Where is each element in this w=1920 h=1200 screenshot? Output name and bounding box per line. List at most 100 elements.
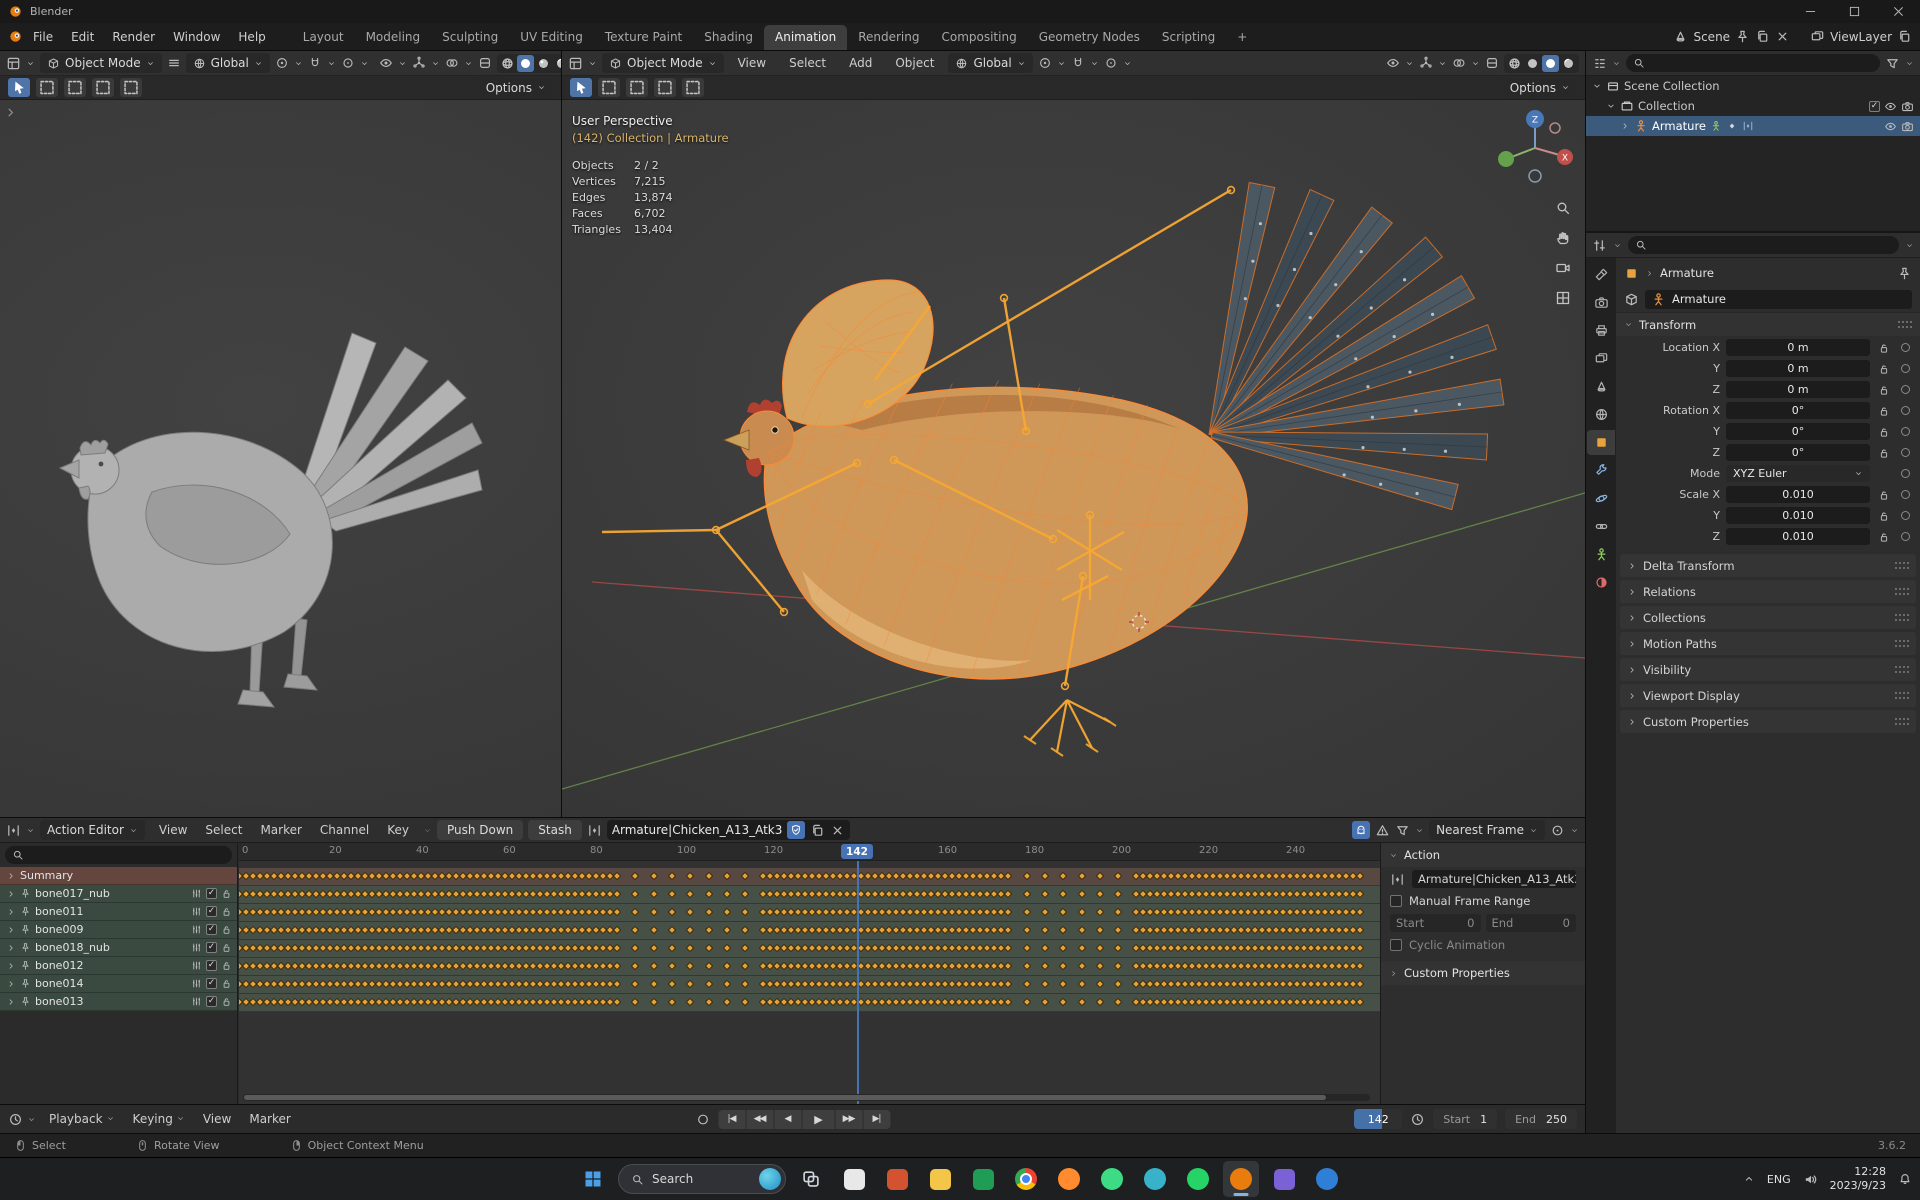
- minimize-button[interactable]: [1788, 0, 1832, 23]
- workspace-tab-texture-paint[interactable]: Texture Paint: [594, 25, 693, 50]
- viewport-menu-add[interactable]: Add: [840, 53, 881, 73]
- workspace-tab-animation[interactable]: Animation: [764, 25, 848, 50]
- visibility-icon[interactable]: [379, 56, 393, 70]
- dopesheet-channel-bone012[interactable]: bone012 ✓: [0, 957, 237, 975]
- transform-panel-header[interactable]: Transform: [1616, 312, 1920, 336]
- object-mode-dropdown[interactable]: Object Mode: [40, 53, 162, 73]
- scene-browse-icon[interactable]: [1673, 29, 1688, 44]
- properties-tab-object[interactable]: [1587, 430, 1615, 455]
- outliner-search-input[interactable]: [1626, 54, 1880, 72]
- taskbar-app-dev-app[interactable]: [1094, 1161, 1130, 1197]
- new-viewlayer-icon[interactable]: [1897, 29, 1912, 44]
- current-frame-indicator[interactable]: 142: [841, 844, 873, 859]
- action-panel-header[interactable]: Action: [1381, 843, 1585, 867]
- end-frame-field[interactable]: End 250: [1505, 1109, 1577, 1129]
- play-reverse-button[interactable]: ◀: [774, 1109, 801, 1129]
- unlink-action-icon[interactable]: [830, 823, 845, 838]
- channel-modifier-icon[interactable]: [191, 996, 202, 1007]
- pin-icon[interactable]: [1735, 29, 1750, 44]
- clock-widget[interactable]: 12:28 2023/9/23: [1830, 1165, 1886, 1193]
- properties-tab-render[interactable]: [1587, 290, 1615, 315]
- lock-icon[interactable]: [1878, 342, 1890, 354]
- orientation-dropdown[interactable]: Global: [948, 53, 1033, 73]
- workspace-tab-shading[interactable]: Shading: [693, 25, 764, 50]
- keyframe-band-summary[interactable]: [239, 868, 1380, 886]
- disable-render-camera-icon[interactable]: [1901, 120, 1914, 133]
- taskbar-app-firefox[interactable]: [1051, 1161, 1087, 1197]
- panel-grip[interactable]: [1895, 588, 1909, 595]
- transform-value-field[interactable]: 0.010: [1726, 507, 1870, 524]
- transform-value-field[interactable]: 0°: [1726, 423, 1870, 440]
- tool-cursor-tool[interactable]: [120, 78, 142, 97]
- start-button[interactable]: [575, 1161, 611, 1197]
- expander-icon[interactable]: [1606, 101, 1616, 111]
- pivot-point-icon[interactable]: [275, 56, 289, 70]
- dopesheet-channel-bone018-nub[interactable]: bone018_nub ✓: [0, 939, 237, 957]
- channel-enable-checkbox[interactable]: ✓: [206, 924, 217, 935]
- channel-enable-checkbox[interactable]: ✓: [206, 996, 217, 1007]
- tool-select-box[interactable]: [598, 78, 620, 97]
- playbar-menu-view[interactable]: View: [194, 1109, 240, 1129]
- pivot-point-icon[interactable]: [1038, 56, 1052, 70]
- expander-icon[interactable]: [6, 979, 16, 989]
- viewlayer-name[interactable]: ViewLayer: [1830, 30, 1892, 44]
- taskbar-app-photoshop[interactable]: [1266, 1161, 1302, 1197]
- jump-to-end-button[interactable]: ▶|: [863, 1109, 890, 1129]
- tool-cursor-tool[interactable]: [682, 78, 704, 97]
- channel-lock-icon[interactable]: [221, 942, 232, 953]
- orientation-dropdown[interactable]: Global: [185, 53, 270, 73]
- taskbar-app-task-view[interactable]: [793, 1161, 829, 1197]
- object-mode-dropdown[interactable]: Object Mode: [602, 53, 724, 73]
- input-language[interactable]: ENG: [1767, 1173, 1791, 1186]
- channel-enable-checkbox[interactable]: ✓: [206, 888, 217, 899]
- dopesheet-channel-bone017-nub[interactable]: bone017_nub ✓: [0, 885, 237, 903]
- fake-user-shield-toggle[interactable]: [787, 821, 806, 839]
- dopesheet-channel-bone013[interactable]: bone013 ✓: [0, 993, 237, 1011]
- expander-icon[interactable]: [6, 997, 16, 1007]
- properties-editor-type-icon[interactable]: [1592, 238, 1607, 253]
- clock-icon[interactable]: [1410, 1112, 1425, 1127]
- lock-icon[interactable]: [1878, 363, 1890, 375]
- camera-view-icon[interactable]: [1555, 260, 1571, 276]
- shading-wireframe-icon[interactable]: [1506, 55, 1523, 72]
- action-name-field[interactable]: Armature|Chicken_A13_Atk3: [606, 820, 851, 840]
- outliner-editor-type-icon[interactable]: [1592, 56, 1607, 71]
- rotation-mode-dropdown[interactable]: XYZ Euler: [1726, 465, 1870, 482]
- workspace-tab-modeling[interactable]: Modeling: [355, 25, 432, 50]
- lock-icon[interactable]: [1878, 447, 1890, 459]
- dopesheet-menu-marker[interactable]: Marker: [251, 820, 310, 840]
- taskbar-app-edge[interactable]: [1137, 1161, 1173, 1197]
- workspace-tab-sculpting[interactable]: Sculpting: [431, 25, 509, 50]
- channel-modifier-icon[interactable]: [191, 978, 202, 989]
- pin-icon[interactable]: [1897, 266, 1912, 281]
- menu-file[interactable]: File: [24, 27, 62, 47]
- taskbar-app-file-explorer[interactable]: [922, 1161, 958, 1197]
- outliner-row-collection[interactable]: Collection ✓: [1586, 96, 1920, 116]
- keyframe-band-bone011[interactable]: [239, 904, 1380, 922]
- viewport-menu-object[interactable]: Object: [886, 53, 943, 73]
- taskbar-app-widgets[interactable]: [836, 1161, 872, 1197]
- gizmos-icon[interactable]: [412, 56, 426, 70]
- workspace-tab-layout[interactable]: Layout: [292, 25, 355, 50]
- animate-dot[interactable]: [1900, 511, 1910, 520]
- transform-value-field[interactable]: 0°: [1726, 444, 1870, 461]
- channel-enable-checkbox[interactable]: ✓: [206, 978, 217, 989]
- animate-dot[interactable]: [1900, 364, 1910, 373]
- chevron-down-icon[interactable]: [1905, 241, 1914, 250]
- properties-tab-scene[interactable]: [1587, 374, 1615, 399]
- keyframe-bands[interactable]: [239, 861, 1380, 1105]
- unlink-scene-icon[interactable]: [1775, 29, 1790, 44]
- play-button[interactable]: ▶: [802, 1109, 834, 1129]
- channel-modifier-icon[interactable]: [191, 960, 202, 971]
- auto-keying-record-icon[interactable]: [695, 1112, 710, 1127]
- channel-lock-icon[interactable]: [221, 888, 232, 899]
- xray-toggle-icon[interactable]: [478, 56, 492, 70]
- scene-name[interactable]: Scene: [1693, 30, 1730, 44]
- action-browse-icon[interactable]: [587, 823, 602, 838]
- object-name-field[interactable]: Armature: [1645, 289, 1912, 309]
- range-end-field[interactable]: End 0: [1485, 914, 1576, 932]
- channel-modifier-icon[interactable]: [191, 924, 202, 935]
- snap-magnet-icon[interactable]: [308, 56, 322, 70]
- proportional-edit-icon[interactable]: [1550, 823, 1565, 838]
- expander-icon[interactable]: [6, 925, 16, 935]
